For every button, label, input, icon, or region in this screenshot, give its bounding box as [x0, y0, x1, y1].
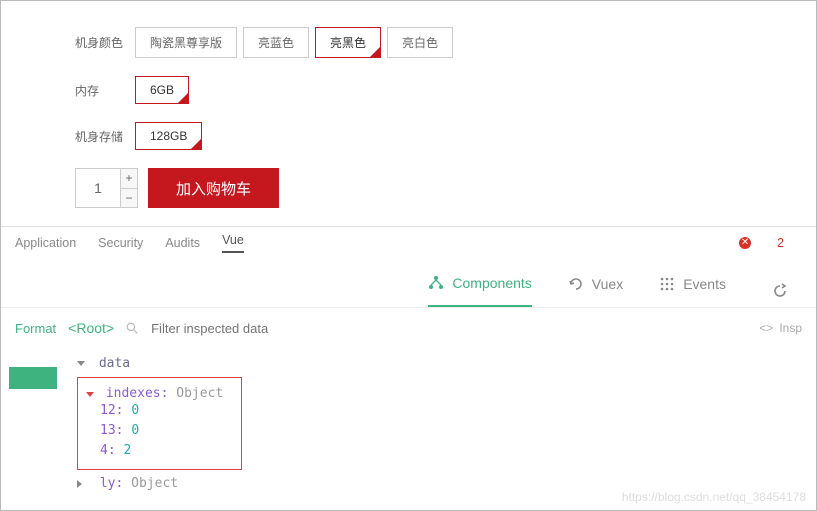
inspect-label: Insp [779, 321, 802, 335]
data-key-value: 13: 0 [100, 421, 223, 441]
devtools-tabbar: Application Security Audits Vue ✕ 2 [1, 227, 816, 259]
caret-right-icon [77, 480, 86, 488]
vue-tab-components[interactable]: Components [428, 275, 531, 307]
option-row-memory: 内存 6GB [75, 76, 796, 104]
highlighted-inspection-box: indexes: Object 12: 013: 04: 2 [77, 377, 242, 470]
color-option[interactable]: 亮黑色 [315, 27, 381, 58]
option-row-storage: 机身存储 128GB [75, 122, 796, 150]
color-option[interactable]: 亮白色 [387, 27, 453, 58]
quantity-stepper[interactable]: + − [75, 168, 138, 208]
quantity-decrease-button[interactable]: − [121, 188, 137, 207]
format-button[interactable]: Format [15, 321, 56, 336]
tab-vue[interactable]: Vue [222, 233, 244, 253]
option-row-color: 机身颜色 陶瓷黑尊享版亮蓝色亮黑色亮白色 [75, 27, 796, 58]
error-icon: ✕ [739, 237, 751, 249]
caret-down-icon [77, 361, 85, 366]
add-to-cart-button[interactable]: 加入购物车 [148, 168, 279, 208]
root-component[interactable]: <Root> [68, 320, 114, 336]
indexes-row[interactable]: indexes: Object [86, 386, 223, 401]
memory-option[interactable]: 6GB [135, 76, 189, 104]
filter-input[interactable] [151, 321, 331, 336]
tab-application[interactable]: Application [15, 236, 76, 250]
tab-security[interactable]: Security [98, 236, 143, 250]
search-icon [126, 322, 139, 335]
inspector-toolbar: Format <Root> <> Insp [1, 308, 816, 348]
caret-down-icon [86, 392, 94, 397]
storage-option[interactable]: 128GB [135, 122, 202, 150]
quantity-input[interactable] [76, 169, 120, 207]
data-panel: data indexes: Object 12: 013: 04: 2 ly: … [1, 348, 816, 499]
option-label-storage: 机身存储 [75, 128, 135, 145]
component-selection-highlight [9, 367, 57, 389]
error-count: 2 [777, 236, 784, 250]
vue-tab-vuex[interactable]: Vuex [568, 276, 623, 306]
components-icon [428, 275, 444, 291]
events-icon [659, 276, 675, 292]
color-option[interactable]: 陶瓷黑尊享版 [135, 27, 237, 58]
code-icon: <> [759, 321, 773, 335]
error-indicator[interactable]: ✕ 2 [739, 236, 806, 250]
option-label-color: 机身颜色 [75, 34, 135, 51]
watermark: https://blog.csdn.net/qq_38454178 [622, 490, 806, 504]
data-section-header[interactable]: data [77, 356, 802, 371]
refresh-icon[interactable] [772, 283, 788, 299]
color-option[interactable]: 亮蓝色 [243, 27, 309, 58]
vuex-icon [568, 276, 584, 292]
tab-audits[interactable]: Audits [165, 236, 200, 250]
data-key-value: 4: 2 [100, 441, 223, 461]
data-key-value: 12: 0 [100, 401, 223, 421]
option-label-memory: 内存 [75, 82, 135, 99]
vue-devtools-tabs: Components Vuex Events [1, 259, 816, 308]
quantity-increase-button[interactable]: + [121, 169, 137, 188]
ly-row[interactable]: ly: Object [77, 476, 802, 491]
vue-tab-events[interactable]: Events [659, 276, 726, 306]
